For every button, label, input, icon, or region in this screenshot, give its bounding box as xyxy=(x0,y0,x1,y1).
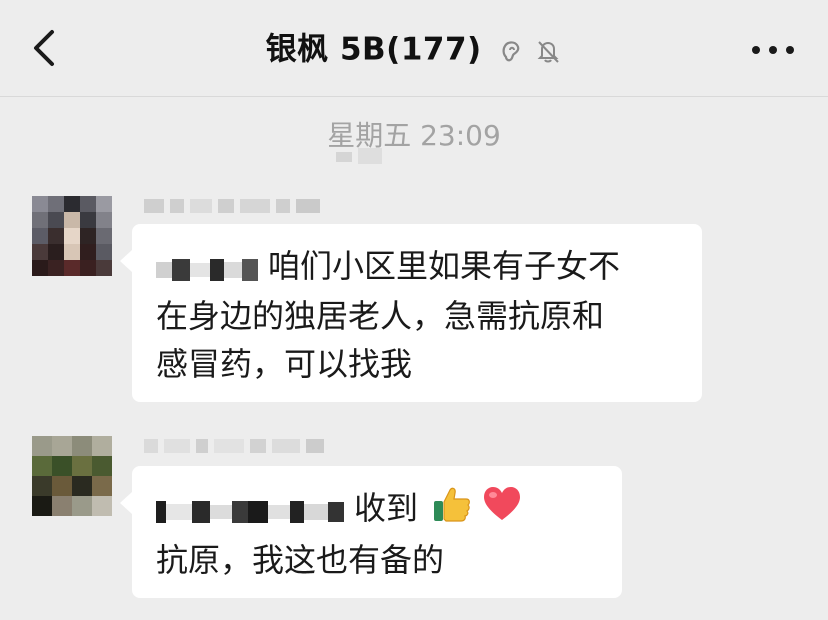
more-button[interactable] xyxy=(748,30,798,70)
message-text-line: 感冒药，可以找我 xyxy=(156,345,413,383)
member-count: (177) xyxy=(386,31,482,68)
message-timestamp: 星期五 23:09 xyxy=(327,119,501,152)
sender-name xyxy=(144,198,404,216)
red-heart-icon xyxy=(484,486,521,520)
sender-name xyxy=(144,438,404,456)
message-text-line: 在身边的独居老人，急需抗原和 xyxy=(156,297,605,335)
mute-bell-icon xyxy=(537,41,560,63)
blurred-mention xyxy=(156,244,258,292)
message-bubble[interactable]: 咱们小区里如果有子女不 在身边的独居老人，急需抗原和 感冒药，可以找我 xyxy=(120,224,702,402)
ear-icon xyxy=(502,41,520,62)
group-name: 银枫 5B xyxy=(265,31,387,68)
message-text-line: 抗原，我这也有备的 xyxy=(156,540,445,579)
avatar[interactable] xyxy=(32,196,112,276)
message-bubble[interactable]: 收到 抗原，我这也有备的 xyxy=(120,466,622,598)
chat-title: 银枫 5B(177) xyxy=(0,28,828,70)
message-text-line: 咱们小区里如果有子女不 xyxy=(268,247,621,285)
blurred-mark xyxy=(336,148,388,166)
avatar[interactable] xyxy=(32,436,112,516)
thumbs-up-icon xyxy=(434,487,471,522)
chat-navbar: 银枫 5B(177) xyxy=(0,0,828,97)
more-dots-icon xyxy=(752,46,794,54)
blurred-mention xyxy=(156,486,344,534)
message-text-line: 收到 xyxy=(354,489,419,527)
